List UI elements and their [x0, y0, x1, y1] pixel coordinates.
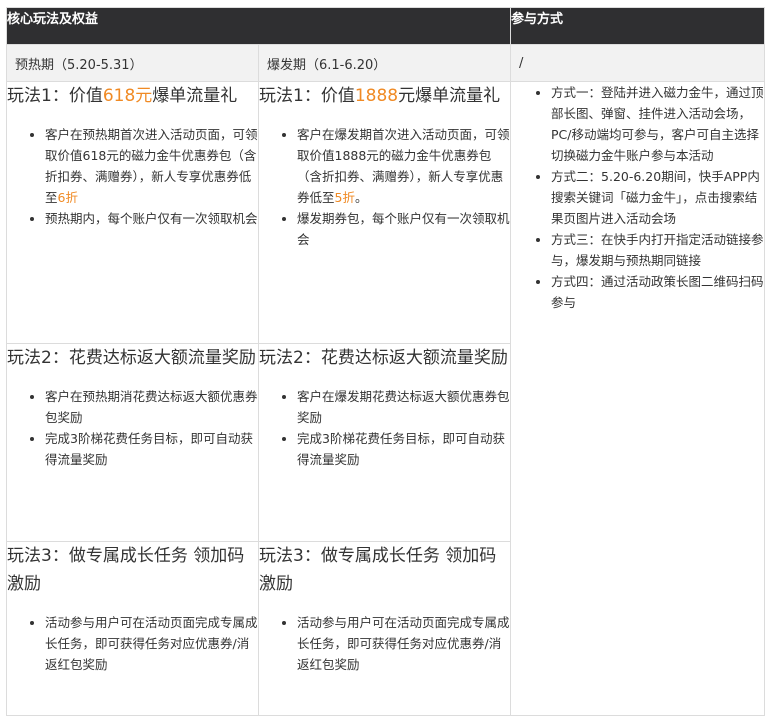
- title-text: 玩法1：价值: [259, 86, 355, 106]
- list-item: 活动参与用户可在活动页面完成专属成长任务，即可获得任务对应优惠券/消返红包奖励: [297, 612, 510, 675]
- title-highlight: 1888: [354, 86, 399, 106]
- join-method-item: 方式二：5.20-6.20期间，快手APP内搜索关键词「磁力金牛」，点击搜索结果…: [551, 166, 764, 229]
- join-method-item: 方式一：登陆并进入磁力金牛，通过顶部长图、弹窗、挂件进入活动会场，PC/移动端均…: [551, 83, 764, 167]
- benefits-table: 核心玩法及权益 参与方式 预热期（5.20-5.31） 爆发期（6.1-6.20…: [5, 7, 766, 716]
- preheat-play2-cell: 玩法2：花费达标返大额流量奖励 客户在预热期消花费达标返大额优惠券包奖励 完成3…: [6, 343, 259, 542]
- preheat-play3-cell: 玩法3：做专属成长任务 领加码激励 活动参与用户可在活动页面完成专属成长任务，即…: [6, 541, 259, 716]
- title-text: 爆单流量礼: [152, 86, 238, 106]
- bullet-text: 客户在爆发期首次进入活动页面，可领取价值1888元的磁力金牛优惠券包（含折扣券、…: [297, 127, 510, 205]
- bullet-highlight: 5折: [334, 190, 355, 205]
- period-burst: 爆发期（6.1-6.20）: [257, 44, 512, 82]
- play1-row: 玩法1：价值618元爆单流量礼 客户在预热期首次进入活动页面，可领取价值618元…: [6, 81, 766, 716]
- burst-play1-cell: 玩法1：价值1888元爆单流量礼 客户在爆发期首次进入活动页面，可领取价值188…: [257, 81, 512, 344]
- header-join-method: 参与方式: [510, 7, 766, 45]
- title-highlight: 618元: [102, 86, 153, 106]
- join-method-item: 方式四：通过活动政策长图二维码扫码参与: [551, 271, 764, 313]
- preheat-play3-list: 活动参与用户可在活动页面完成专属成长任务，即可获得任务对应优惠券/消返红包奖励: [8, 612, 258, 675]
- period-join-placeholder: /: [510, 44, 766, 82]
- title-text: 玩法1：价值: [7, 86, 103, 106]
- preheat-play1-title: 玩法1：价值618元爆单流量礼: [7, 83, 258, 111]
- period-row: 预热期（5.20-5.31） 爆发期（6.1-6.20） /: [6, 44, 766, 82]
- bullet-text: 。: [354, 190, 368, 205]
- preheat-play2-title: 玩法2：花费达标返大额流量奖励: [7, 348, 256, 368]
- title-text: 元爆单流量礼: [398, 86, 501, 106]
- join-methods-list: 方式一：登陆并进入磁力金牛，通过顶部长图、弹窗、挂件进入活动会场，PC/移动端均…: [512, 83, 764, 314]
- burst-play1-title: 玩法1：价值1888元爆单流量礼: [259, 83, 510, 111]
- table-header-row: 核心玩法及权益 参与方式: [5, 7, 766, 45]
- bullet-highlight: 6折: [57, 190, 78, 205]
- list-item: 爆发期券包，每个账户仅有一次领取机会: [297, 208, 510, 250]
- burst-play3-cell: 玩法3：做专属成长任务 领加码激励 活动参与用户可在活动页面完成专属成长任务，即…: [257, 541, 512, 716]
- preheat-play1-cell: 玩法1：价值618元爆单流量礼 客户在预热期首次进入活动页面，可领取价值618元…: [6, 81, 259, 344]
- list-item: 活动参与用户可在活动页面完成专属成长任务，即可获得任务对应优惠券/消返红包奖励: [45, 612, 258, 675]
- burst-play3-title: 玩法3：做专属成长任务 领加码激励: [259, 546, 497, 594]
- list-item: 客户在预热期首次进入活动页面，可领取价值618元的磁力金牛优惠券包（含折扣券、满…: [45, 124, 258, 208]
- list-item: 客户在爆发期首次进入活动页面，可领取价值1888元的磁力金牛优惠券包（含折扣券、…: [297, 124, 510, 208]
- burst-play1-list: 客户在爆发期首次进入活动页面，可领取价值1888元的磁力金牛优惠券包（含折扣券、…: [260, 124, 510, 250]
- join-method-item: 方式三：在快手内打开指定活动链接参与，爆发期与预热期同链接: [551, 229, 764, 271]
- burst-play2-cell: 玩法2：花费达标返大额流量奖励 客户在爆发期花费达标返大额优惠券包奖励 完成3阶…: [257, 343, 512, 542]
- preheat-play2-list: 客户在预热期消花费达标返大额优惠券包奖励 完成3阶梯花费任务目标，即可自动获得流…: [8, 386, 258, 470]
- list-item: 客户在预热期消花费达标返大额优惠券包奖励: [45, 386, 258, 428]
- list-item: 预热期内，每个账户仅有一次领取机会: [45, 208, 258, 229]
- header-core-play: 核心玩法及权益: [5, 7, 512, 45]
- list-item: 客户在爆发期花费达标返大额优惠券包奖励: [297, 386, 510, 428]
- join-methods-cell: 方式一：登陆并进入磁力金牛，通过顶部长图、弹窗、挂件进入活动会场，PC/移动端均…: [510, 81, 766, 716]
- burst-play2-list: 客户在爆发期花费达标返大额优惠券包奖励 完成3阶梯花费任务目标，即可自动获得流量…: [260, 386, 510, 470]
- list-item: 完成3阶梯花费任务目标，即可自动获得流量奖励: [45, 428, 258, 470]
- page: 核心玩法及权益 参与方式 预热期（5.20-5.31） 爆发期（6.1-6.20…: [0, 0, 772, 719]
- burst-play3-list: 活动参与用户可在活动页面完成专属成长任务，即可获得任务对应优惠券/消返红包奖励: [260, 612, 510, 675]
- burst-play2-title: 玩法2：花费达标返大额流量奖励: [259, 348, 508, 368]
- preheat-play1-list: 客户在预热期首次进入活动页面，可领取价值618元的磁力金牛优惠券包（含折扣券、满…: [8, 124, 258, 229]
- list-item: 完成3阶梯花费任务目标，即可自动获得流量奖励: [297, 428, 510, 470]
- preheat-play3-title: 玩法3：做专属成长任务 领加码激励: [7, 546, 245, 594]
- period-preheat: 预热期（5.20-5.31）: [6, 44, 259, 82]
